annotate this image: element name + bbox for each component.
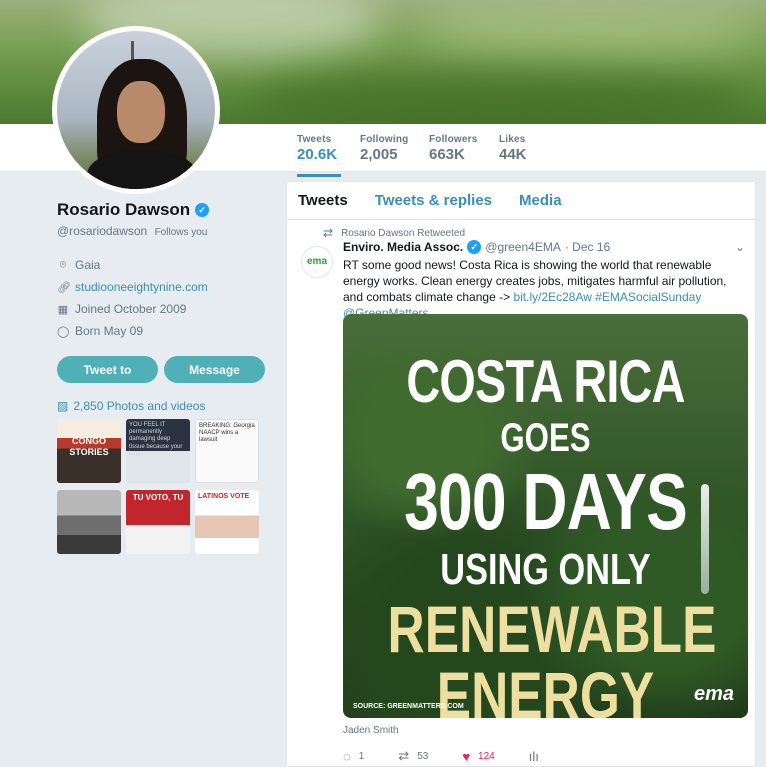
- photos-label: 2,850 Photos and videos: [73, 399, 206, 413]
- stat-likes[interactable]: Likes 44K: [499, 134, 527, 163]
- retweet-context: ⇄ Rosario Dawson Retweeted: [323, 226, 465, 240]
- reply-count: 1: [358, 750, 365, 762]
- thumb-text: CONGO STORIES: [69, 436, 109, 457]
- media-thumbnail[interactable]: LATINOS VOTE: [195, 490, 259, 554]
- birthday-text: Born May 09: [75, 324, 144, 338]
- tab-tweets[interactable]: Tweets: [298, 192, 348, 209]
- stat-followers[interactable]: Followers 663K: [429, 134, 477, 163]
- media-line: GOES: [500, 416, 591, 460]
- heart-icon: ♥: [462, 748, 471, 764]
- retweet-label[interactable]: Rosario Dawson Retweeted: [341, 228, 465, 239]
- tweet-author-handle[interactable]: @green4EMA: [485, 240, 561, 254]
- follows-you-badge: Follows you: [154, 227, 208, 238]
- media-line: RENEWABLE: [387, 592, 717, 666]
- media-credit[interactable]: Jaden Smith: [343, 725, 399, 736]
- media-grid: CONGO STORIES YOU FEEL IT permanently da…: [57, 419, 263, 554]
- analytics-button[interactable]: ılı: [529, 749, 539, 764]
- media-line: COSTA RICA: [406, 348, 685, 415]
- tweet-media-image[interactable]: COSTA RICA GOES 300 DAYS USING ONLY RENE…: [343, 314, 748, 718]
- profile-card: Rosario Dawson ✓ @rosariodawson Follows …: [57, 200, 267, 554]
- timeline-tabs: Tweets Tweets & replies Media: [287, 182, 755, 220]
- reply-button[interactable]: ◌ 1: [343, 749, 364, 764]
- media-thumbnail[interactable]: [57, 490, 121, 554]
- tweet-author-avatar[interactable]: ema: [301, 246, 333, 278]
- ema-logo: ema: [693, 683, 734, 705]
- link-icon: 🔗︎: [57, 281, 71, 294]
- birthday: ◯ Born May 09: [57, 320, 267, 342]
- analytics-icon: ılı: [528, 748, 539, 764]
- media-source: SOURCE: GREENMATTERS.COM: [353, 703, 464, 710]
- verified-icon: ✓: [467, 240, 482, 254]
- website-link[interactable]: studiooneeightynine.com: [75, 280, 208, 294]
- stat-value: 2,005: [360, 146, 398, 163]
- stat-tweets[interactable]: Tweets 20.6K: [297, 134, 342, 177]
- calendar-icon: ▦: [57, 303, 69, 316]
- tab-media[interactable]: Media: [519, 192, 562, 209]
- chevron-down-icon[interactable]: ⌄: [735, 240, 745, 254]
- media-thumbnail[interactable]: YOU FEEL IT permanently damaging deep ti…: [126, 419, 190, 483]
- stat-following[interactable]: Following 2,005: [360, 134, 408, 163]
- location-pin-icon: ⌾: [59, 258, 67, 271]
- like-count: 124: [478, 750, 495, 762]
- website: 🔗︎ studiooneeightynine.com: [57, 276, 267, 298]
- profile-handle[interactable]: @rosariodawson: [57, 224, 147, 238]
- stat-label: Tweets: [297, 134, 332, 145]
- thumb-text: YOU FEEL IT permanently damaging deep ti…: [129, 422, 183, 457]
- like-button[interactable]: ♥ 124: [462, 749, 494, 764]
- message-button[interactable]: Message: [164, 356, 265, 383]
- stat-value: 44K: [499, 146, 527, 163]
- media-thumbnail[interactable]: BREAKING: Georgia NAACP wins a lawsuit: [195, 419, 259, 483]
- tweet-date[interactable]: · Dec 16: [565, 240, 610, 254]
- timeline: Tweets Tweets & replies Media ⇄ Rosario …: [286, 181, 756, 767]
- thumb-text: BREAKING: Georgia NAACP wins a lawsuit: [199, 423, 255, 444]
- stat-label: Likes: [499, 134, 526, 145]
- avatar[interactable]: [52, 26, 220, 194]
- tweet-header: Enviro. Media Assoc. ✓ @green4EMA · Dec …: [343, 240, 610, 254]
- stat-label: Followers: [429, 134, 478, 145]
- retweet-icon: ⇄: [323, 226, 334, 240]
- media-thumbnail[interactable]: TU VOTO, TU: [126, 490, 190, 554]
- reply-icon: ◌: [343, 748, 351, 764]
- stat-label: Following: [360, 134, 409, 145]
- location-text: Gaia: [75, 258, 101, 272]
- balloon-icon: ◯: [57, 325, 70, 338]
- joined-text: Joined October 2009: [75, 302, 187, 316]
- media-line: USING ONLY: [440, 545, 651, 594]
- retweet-button[interactable]: ⇄ 53: [398, 748, 428, 764]
- retweet-icon: ⇄: [398, 748, 410, 763]
- tweet-text: RT some good news! Costa Rica is showing…: [343, 257, 743, 321]
- media-headline: COSTA RICA GOES 300 DAYS USING ONLY RENE…: [387, 348, 717, 719]
- media-thumbnail[interactable]: CONGO STORIES: [57, 419, 121, 483]
- tweet-actions: ◌ 1 ⇄ 53 ♥ 124 ılı: [343, 748, 573, 764]
- tweet-to-button[interactable]: Tweet to: [57, 356, 158, 383]
- location: ⌾ Gaia: [57, 254, 267, 276]
- stat-value: 20.6K: [297, 146, 338, 163]
- stat-value: 663K: [429, 146, 465, 163]
- tweet-author-name[interactable]: Enviro. Media Assoc.: [343, 240, 463, 254]
- photos-videos-link[interactable]: ▨ 2,850 Photos and videos: [57, 399, 267, 413]
- thumb-text: TU VOTO, TU: [132, 493, 184, 502]
- profile-name[interactable]: Rosario Dawson: [57, 200, 190, 220]
- photo-icon: ▨: [57, 399, 69, 413]
- tab-tweets-replies[interactable]: Tweets & replies: [375, 192, 492, 209]
- joined-date: ▦ Joined October 2009: [57, 298, 267, 320]
- verified-icon: ✓: [195, 203, 210, 217]
- thumb-text: LATINOS VOTE: [198, 493, 250, 500]
- retweet-count: 53: [417, 750, 429, 762]
- media-line: 300 DAYS: [404, 457, 688, 546]
